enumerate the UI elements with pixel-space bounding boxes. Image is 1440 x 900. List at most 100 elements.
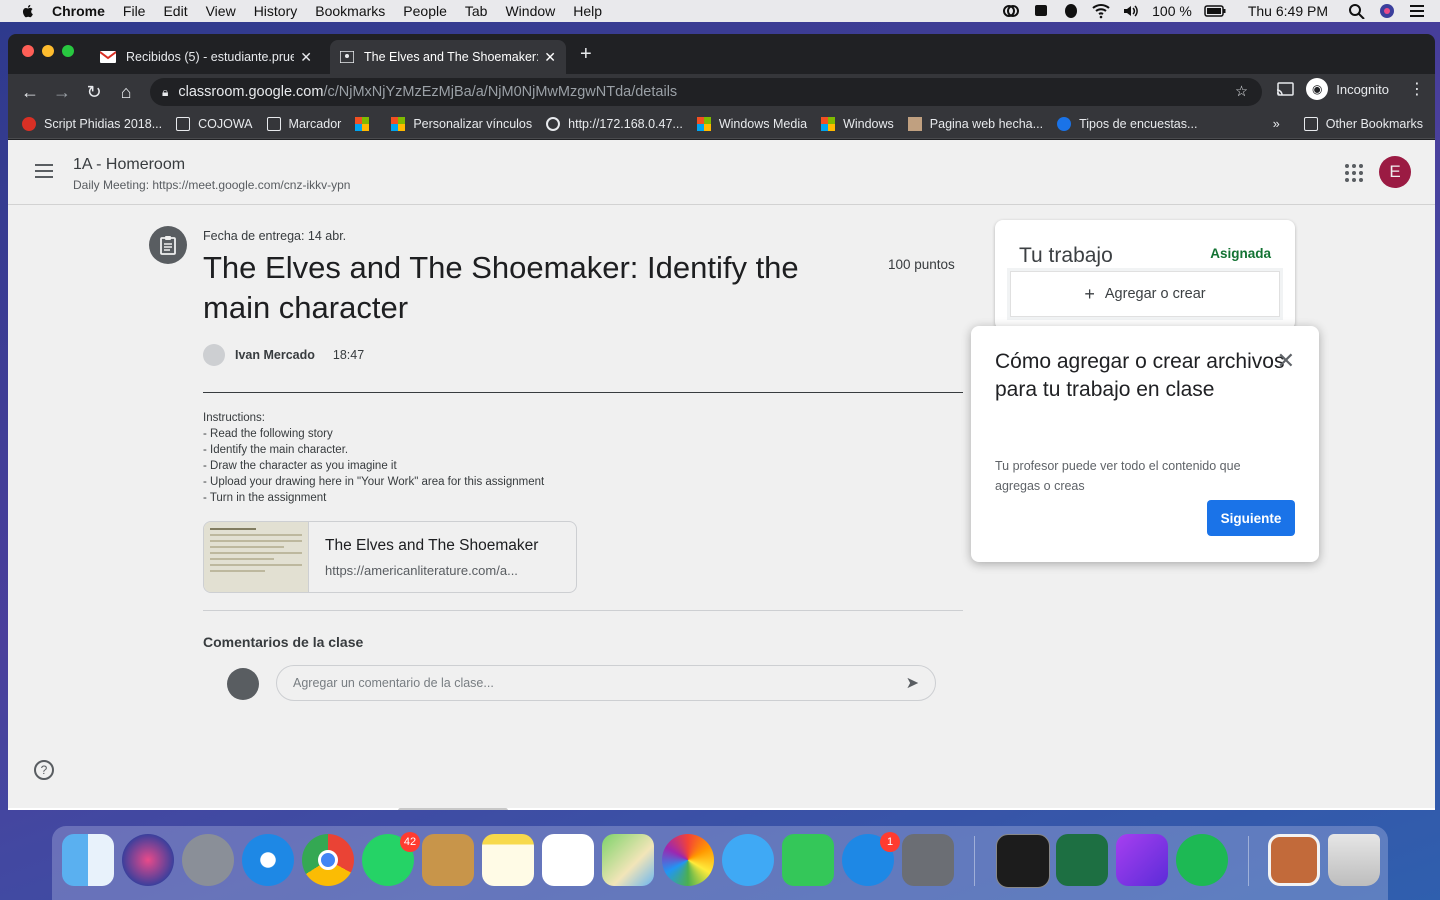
system-preferences-icon[interactable] bbox=[902, 834, 954, 886]
bookmark-item[interactable]: Script Phidias 2018... bbox=[22, 117, 162, 131]
other-bookmarks-folder[interactable]: Other Bookmarks bbox=[1303, 117, 1423, 131]
forward-icon[interactable]: → bbox=[46, 82, 78, 103]
menu-chrome[interactable]: Chrome bbox=[52, 3, 105, 19]
app-store-icon[interactable]: 1 bbox=[842, 832, 900, 886]
horizontal-scrollbar[interactable] bbox=[398, 808, 508, 810]
classroom-page: 1A - Homeroom Daily Meeting: https://mee… bbox=[8, 140, 1435, 810]
address-bar[interactable]: 🔒︎ classroom.google.com /c/NjMxNjYzMzEzM… bbox=[150, 78, 1262, 106]
app-store-badge: 1 bbox=[880, 832, 900, 852]
notification-center-icon[interactable] bbox=[1408, 3, 1426, 19]
class-comment-input[interactable]: Agregar un comentario de la clase... ➤ bbox=[276, 665, 936, 701]
close-window-button[interactable] bbox=[22, 45, 34, 57]
help-icon[interactable]: ? bbox=[34, 760, 54, 780]
close-icon[interactable]: ✕ bbox=[1277, 348, 1295, 374]
url-host: classroom.google.com bbox=[178, 84, 324, 100]
launchpad-icon[interactable] bbox=[182, 834, 234, 886]
battery-icon[interactable] bbox=[1204, 3, 1226, 19]
bookmark-item[interactable]: Tipos de encuestas... bbox=[1057, 117, 1197, 131]
menu-view[interactable]: View bbox=[206, 3, 236, 19]
class-name[interactable]: 1A - Homeroom bbox=[73, 156, 185, 174]
link-attachment-card[interactable]: The Elves and The Shoemaker https://amer… bbox=[203, 521, 577, 593]
back-icon[interactable]: ← bbox=[14, 82, 46, 103]
lock-icon[interactable]: 🔒︎ bbox=[162, 85, 168, 100]
contacts-icon[interactable] bbox=[422, 834, 474, 886]
bookmark-item[interactable]: Personalizar vínculos bbox=[391, 117, 532, 131]
incognito-profile-button[interactable]: ◉ Incognito bbox=[1306, 78, 1389, 100]
next-button[interactable]: Siguiente bbox=[1207, 500, 1295, 536]
chrome-icon[interactable] bbox=[302, 834, 354, 886]
whatsapp-badge: 42 bbox=[400, 832, 420, 852]
volume-icon[interactable] bbox=[1122, 3, 1140, 19]
excel-icon[interactable] bbox=[1056, 834, 1108, 886]
wifi-icon[interactable] bbox=[1092, 3, 1110, 19]
notification-icon[interactable] bbox=[1032, 3, 1050, 19]
home-icon[interactable]: ⌂ bbox=[110, 82, 142, 103]
maps-icon[interactable] bbox=[602, 834, 654, 886]
google-apps-icon[interactable] bbox=[1345, 164, 1363, 182]
menubar-clock[interactable]: Thu 6:49 PM bbox=[1248, 3, 1328, 19]
menu-history[interactable]: History bbox=[254, 3, 298, 19]
whatsapp-icon[interactable]: 42 bbox=[362, 832, 420, 886]
bookmark-item[interactable]: Windows Media bbox=[696, 117, 807, 131]
onboarding-popover: Cómo agregar o crear archivos para tu tr… bbox=[971, 326, 1319, 562]
instructions: Instructions: - Read the following story… bbox=[203, 412, 545, 504]
menu-window[interactable]: Window bbox=[505, 3, 555, 19]
bookmark-folder[interactable]: COJOWA bbox=[176, 117, 253, 131]
siri-icon[interactable] bbox=[122, 834, 174, 886]
menu-bookmarks[interactable]: Bookmarks bbox=[315, 3, 385, 19]
due-date: Fecha de entrega: 14 abr. bbox=[203, 229, 347, 243]
minimize-window-button[interactable] bbox=[42, 45, 54, 57]
menu-help[interactable]: Help bbox=[573, 3, 602, 19]
new-tab-button[interactable]: + bbox=[580, 43, 592, 66]
trash-icon[interactable] bbox=[1328, 834, 1380, 886]
shield-icon[interactable] bbox=[1062, 3, 1080, 19]
notes-icon[interactable] bbox=[482, 834, 534, 886]
add-or-create-button[interactable]: + Agregar o crear bbox=[1010, 271, 1280, 317]
reload-icon[interactable]: ↻ bbox=[78, 82, 110, 103]
siri-icon[interactable] bbox=[1378, 3, 1396, 19]
bookmark-item[interactable]: http://172.168.0.47... bbox=[546, 117, 683, 131]
cast-icon[interactable] bbox=[1276, 82, 1294, 96]
safari-icon[interactable] bbox=[242, 834, 294, 886]
more-bookmarks-icon[interactable]: » bbox=[1273, 117, 1280, 131]
menu-file[interactable]: File bbox=[123, 3, 146, 19]
bookmark-folder[interactable]: Marcador bbox=[266, 117, 341, 131]
downloads-stack-icon[interactable] bbox=[1268, 834, 1320, 886]
terminal-icon[interactable] bbox=[996, 834, 1050, 888]
microsoft-icon bbox=[355, 117, 370, 131]
send-icon[interactable]: ➤ bbox=[906, 673, 919, 693]
creative-cloud-icon[interactable] bbox=[1002, 3, 1020, 19]
menu-people[interactable]: People bbox=[403, 3, 447, 19]
globe-icon bbox=[546, 117, 561, 131]
messages-icon[interactable] bbox=[722, 834, 774, 886]
plus-icon: + bbox=[1084, 283, 1095, 304]
imovie-icon[interactable] bbox=[1116, 834, 1168, 886]
window-controls bbox=[22, 45, 74, 57]
close-tab-icon[interactable]: ✕ bbox=[300, 49, 312, 66]
finder-icon[interactable] bbox=[62, 834, 114, 886]
chrome-menu-icon[interactable]: ⋮ bbox=[1409, 79, 1425, 99]
facetime-icon[interactable] bbox=[782, 834, 834, 886]
points: 100 puntos bbox=[888, 257, 955, 272]
classroom-icon bbox=[340, 51, 354, 63]
bookmark-item[interactable] bbox=[355, 117, 377, 131]
spotlight-search-icon[interactable] bbox=[1348, 3, 1366, 19]
zoom-window-button[interactable] bbox=[62, 45, 74, 57]
spotify-icon[interactable] bbox=[1176, 834, 1228, 886]
tab-classroom[interactable]: The Elves and The Shoemaker: Id ✕ bbox=[330, 40, 566, 74]
bookmark-item[interactable]: Windows bbox=[821, 117, 894, 131]
gmail-icon bbox=[100, 51, 116, 63]
bookmark-star-icon[interactable]: ☆ bbox=[1235, 84, 1248, 100]
your-work-card: Tu trabajo Asignada + Agregar o crear bbox=[995, 220, 1295, 330]
account-avatar[interactable]: E bbox=[1379, 156, 1411, 188]
photos-icon[interactable] bbox=[662, 834, 714, 886]
close-tab-icon[interactable]: ✕ bbox=[544, 49, 556, 66]
hamburger-menu-icon[interactable] bbox=[35, 164, 53, 182]
bookmark-item[interactable]: Pagina web hecha... bbox=[907, 117, 1043, 131]
reminders-icon[interactable] bbox=[542, 834, 594, 886]
menu-tab[interactable]: Tab bbox=[465, 3, 488, 19]
apple-icon[interactable] bbox=[20, 3, 36, 19]
link-thumbnail bbox=[204, 522, 309, 592]
menu-edit[interactable]: Edit bbox=[163, 3, 187, 19]
tab-gmail[interactable]: Recibidos (5) - estudiante.prueb ✕ bbox=[90, 40, 322, 74]
